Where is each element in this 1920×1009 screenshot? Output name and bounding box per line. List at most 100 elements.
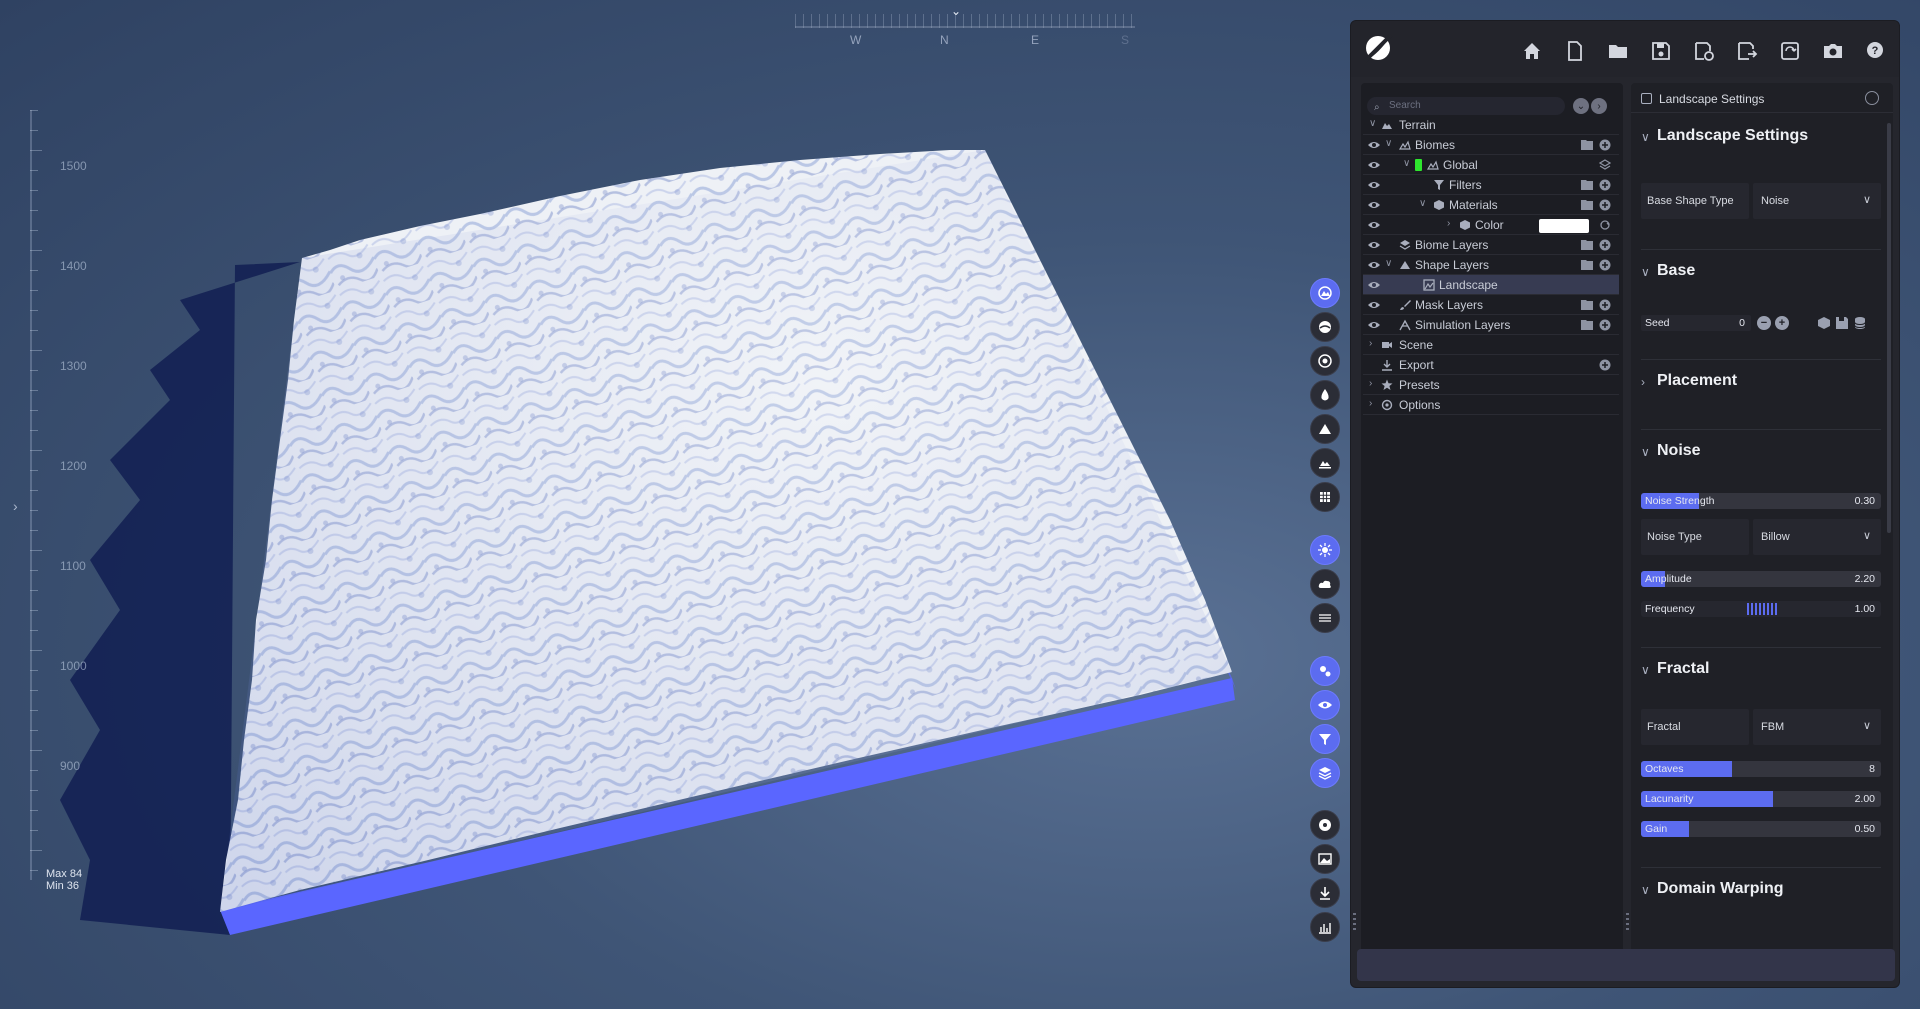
database-icon[interactable] (1853, 316, 1867, 330)
camera-button[interactable] (1816, 34, 1850, 68)
refresh-button[interactable] (1773, 34, 1807, 68)
tree-item-landscape[interactable]: Landscape (1363, 275, 1619, 295)
sun-tool-button[interactable] (1310, 535, 1340, 565)
globe-tool-button[interactable] (1310, 346, 1340, 376)
increment-seed-button[interactable]: + (1775, 316, 1789, 330)
tree-item-color[interactable]: › Color (1363, 215, 1619, 235)
folder-icon[interactable] (1581, 259, 1593, 270)
tree-item-presets[interactable]: › Presets (1363, 375, 1619, 395)
landscape-tool-button[interactable] (1310, 278, 1340, 308)
tree-item-options[interactable]: › Options (1363, 395, 1619, 415)
save-as-button[interactable] (1687, 34, 1721, 68)
eye-icon[interactable] (1367, 319, 1381, 331)
layers-icon[interactable] (1599, 159, 1611, 171)
noise-strength-slider[interactable]: Noise Strength 0.30 (1641, 493, 1881, 509)
grid-tool-button[interactable] (1310, 482, 1340, 512)
collapse-all-button[interactable]: ⌄ (1573, 98, 1589, 114)
gain-slider[interactable]: Gain 0.50 (1641, 821, 1881, 837)
tree-item-terrain[interactable]: ∨ Terrain (1363, 115, 1619, 135)
compass[interactable]: ⌄ W N E S (795, 4, 1135, 48)
eye-icon[interactable] (1367, 199, 1381, 211)
add-icon[interactable] (1599, 299, 1611, 311)
help-button[interactable]: ? (1859, 34, 1893, 68)
eye-icon[interactable] (1367, 279, 1381, 291)
export-file-button[interactable] (1730, 34, 1764, 68)
tree-item-global[interactable]: ∨ Global (1363, 155, 1619, 175)
add-icon[interactable] (1599, 239, 1611, 251)
chevron-down-icon[interactable]: ∨ (1641, 445, 1650, 459)
chevron-right-icon[interactable]: › (1369, 338, 1372, 349)
color-swatch[interactable] (1539, 219, 1589, 233)
terrain-render[interactable] (0, 0, 1310, 1009)
chevron-down-icon[interactable]: ∨ (1385, 258, 1392, 269)
tree-item-simulation-layers[interactable]: Simulation Layers (1363, 315, 1619, 335)
chevron-down-icon[interactable]: ∨ (1641, 883, 1650, 897)
chevron-down-icon[interactable]: ∨ (1403, 158, 1410, 169)
refresh-icon[interactable] (1599, 219, 1611, 231)
terrain-layers-tool-button[interactable] (1310, 448, 1340, 478)
eye-icon[interactable] (1367, 299, 1381, 311)
tree-item-scene[interactable]: › Scene (1363, 335, 1619, 355)
tree-item-export[interactable]: Export (1363, 355, 1619, 375)
stats-tool-button[interactable] (1310, 912, 1340, 942)
chevron-right-icon[interactable]: › (1641, 375, 1645, 389)
biome-tool-button[interactable] (1310, 312, 1340, 342)
add-icon[interactable] (1599, 139, 1611, 151)
expand-all-button[interactable]: › (1591, 98, 1607, 114)
home-button[interactable] (1515, 34, 1549, 68)
open-folder-button[interactable] (1601, 34, 1635, 68)
resize-handle[interactable] (1626, 913, 1629, 931)
add-icon[interactable] (1599, 199, 1611, 211)
lacunarity-slider[interactable]: Lacunarity 2.00 (1641, 791, 1881, 807)
chevron-down-icon[interactable]: ∨ (1641, 663, 1650, 677)
eye-icon[interactable] (1367, 259, 1381, 271)
image-tool-button[interactable] (1310, 844, 1340, 874)
fractal-dropdown[interactable]: FBM ∨ (1753, 709, 1881, 745)
chevron-down-icon[interactable]: ∨ (1419, 198, 1426, 209)
seed-field[interactable]: Seed 0 (1641, 315, 1751, 331)
download-tool-button[interactable] (1310, 878, 1340, 908)
eye-icon[interactable] (1367, 219, 1381, 231)
add-icon[interactable] (1599, 179, 1611, 191)
properties-scrollbar[interactable] (1887, 123, 1891, 533)
octaves-slider[interactable]: Octaves 8 (1641, 761, 1881, 777)
amplitude-slider[interactable]: Amplitude 2.20 (1641, 571, 1881, 587)
new-file-button[interactable] (1558, 34, 1592, 68)
chevron-right-icon[interactable]: › (1447, 218, 1450, 229)
base-shape-type-dropdown[interactable]: Noise ∨ (1753, 183, 1881, 219)
resize-handle[interactable] (1353, 913, 1356, 931)
eye-icon[interactable] (1367, 139, 1381, 151)
search-input[interactable]: ⌕ Search (1367, 97, 1565, 115)
water-tool-button[interactable] (1310, 380, 1340, 410)
weather-tool-button[interactable] (1310, 569, 1340, 599)
layers-lines-tool-button[interactable] (1310, 603, 1340, 633)
save-button[interactable] (1644, 34, 1678, 68)
expand-left-icon[interactable]: › (13, 498, 18, 514)
tree-item-mask-layers[interactable]: Mask Layers (1363, 295, 1619, 315)
eye-icon[interactable] (1367, 239, 1381, 251)
chevron-down-icon[interactable]: ∨ (1369, 118, 1376, 129)
chevron-right-icon[interactable]: › (1369, 398, 1372, 409)
chevron-right-icon[interactable]: › (1369, 378, 1372, 389)
tree-item-shape-layers[interactable]: ∨ Shape Layers (1363, 255, 1619, 275)
tree-item-filters[interactable]: Filters (1363, 175, 1619, 195)
settings-icon[interactable] (1865, 91, 1879, 105)
chevron-down-icon[interactable]: ∨ (1641, 265, 1650, 279)
folder-icon[interactable] (1581, 239, 1593, 250)
eye-icon[interactable] (1367, 159, 1381, 171)
random-dice-icon[interactable] (1817, 316, 1831, 330)
noise-type-dropdown[interactable]: Billow ∨ (1753, 519, 1881, 555)
mountain-tool-button[interactable] (1310, 414, 1340, 444)
add-icon[interactable] (1599, 319, 1611, 331)
folder-icon[interactable] (1581, 319, 1593, 330)
tree-item-materials[interactable]: ∨ Materials (1363, 195, 1619, 215)
settings-tool-button[interactable] (1310, 656, 1340, 686)
folder-icon[interactable] (1581, 299, 1593, 310)
folder-icon[interactable] (1581, 139, 1593, 150)
save-icon[interactable] (1835, 316, 1849, 330)
record-tool-button[interactable] (1310, 810, 1340, 840)
decrement-seed-button[interactable]: − (1757, 316, 1771, 330)
stack-tool-button[interactable] (1310, 758, 1340, 788)
eye-icon[interactable] (1367, 179, 1381, 191)
folder-icon[interactable] (1581, 179, 1593, 190)
